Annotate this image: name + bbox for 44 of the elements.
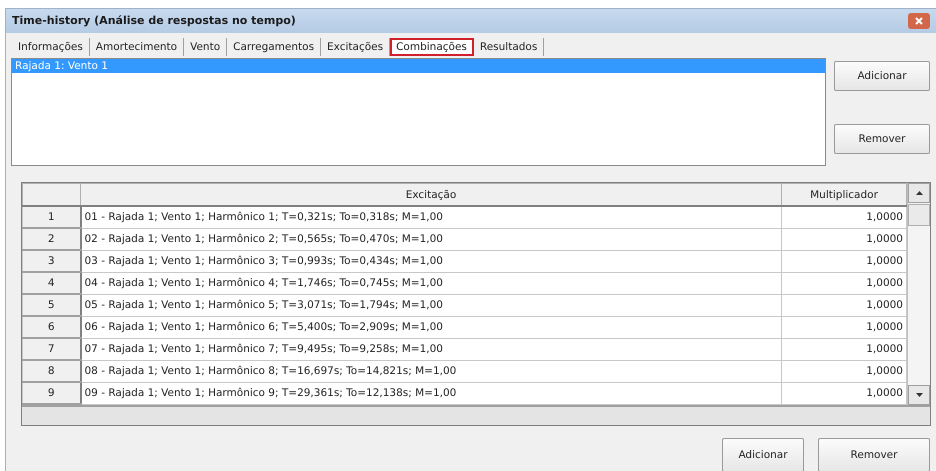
- row-number: 3: [22, 250, 80, 272]
- table-cell: 1,0000: [782, 228, 906, 250]
- table-cell: 02 - Rajada 1; Vento 1; Harmônico 2; T=0,565s; To=0,470s; M=1,00: [80, 228, 782, 250]
- table-cell: 04 - Rajada 1; Vento 1; Harmônico 4; T=1,746s; To=0,745s; M=1,00: [80, 272, 782, 294]
- table-cell: 09 - Rajada 1; Vento 1; Harmônico 9; T=29,361s; To=12,138s; M=1,00: [80, 382, 782, 404]
- table-cell: 1,0000: [782, 316, 906, 338]
- table-cell: 08 - Rajada 1; Vento 1; Harmônico 8; T=16,697s; To=14,821s; M=1,00: [80, 360, 782, 382]
- column-header: Multiplicador: [782, 184, 906, 206]
- row-number: 1: [22, 206, 80, 228]
- close-button[interactable]: [908, 12, 930, 29]
- up-arrow-icon: [916, 191, 922, 195]
- scroll-down-button[interactable]: [908, 385, 930, 405]
- grid-button[interactable]: Remover: [818, 438, 930, 471]
- window-title: Time-history (Análise de respostas no tempo): [12, 14, 296, 28]
- table-cell: 1,0000: [782, 294, 906, 316]
- list-button[interactable]: Adicionar: [834, 60, 930, 91]
- column-header: Excitação: [80, 184, 782, 206]
- row-number: 6: [22, 316, 80, 338]
- table-cell: 1,0000: [782, 272, 906, 294]
- table-cell: 01 - Rajada 1; Vento 1; Harmônico 1; T=0,321s; To=0,318s; M=1,00: [80, 206, 782, 228]
- table-cell: 1,0000: [782, 206, 906, 228]
- table-cell: 05 - Rajada 1; Vento 1; Harmônico 5; T=3,071s; To=1,794s; M=1,00: [80, 294, 782, 316]
- table-cell: 06 - Rajada 1; Vento 1; Harmônico 6; T=5,400s; To=2,909s; M=1,00: [80, 316, 782, 338]
- table-cell: 07 - Rajada 1; Vento 1; Harmônico 7; T=9,495s; To=9,258s; M=1,00: [80, 338, 782, 360]
- table-cell: 1,0000: [782, 360, 906, 382]
- row-number: 7: [22, 338, 80, 360]
- row-number: 5: [22, 294, 80, 316]
- scroll-thumb[interactable]: [908, 204, 930, 226]
- down-arrow-icon: [916, 393, 922, 397]
- row-number: 9: [22, 382, 80, 404]
- list-button[interactable]: Remover: [834, 124, 930, 154]
- close-icon: [914, 16, 924, 26]
- table-cell: 1,0000: [782, 250, 906, 272]
- row-number: 2: [22, 228, 80, 250]
- grid-button[interactable]: Adicionar: [722, 438, 804, 471]
- table-cell: 1,0000: [782, 338, 906, 360]
- row-number: 8: [22, 360, 80, 382]
- vertical-scrollbar[interactable]: [907, 183, 930, 405]
- table-cell: 1,0000: [782, 382, 906, 404]
- corner-cell: [22, 184, 80, 206]
- tab[interactable]: Combinações: [390, 38, 474, 56]
- row-number: 4: [22, 272, 80, 294]
- scroll-up-button[interactable]: [908, 183, 930, 203]
- table-cell: 03 - Rajada 1; Vento 1; Harmônico 3; T=0,993s; To=0,434s; M=1,00: [80, 250, 782, 272]
